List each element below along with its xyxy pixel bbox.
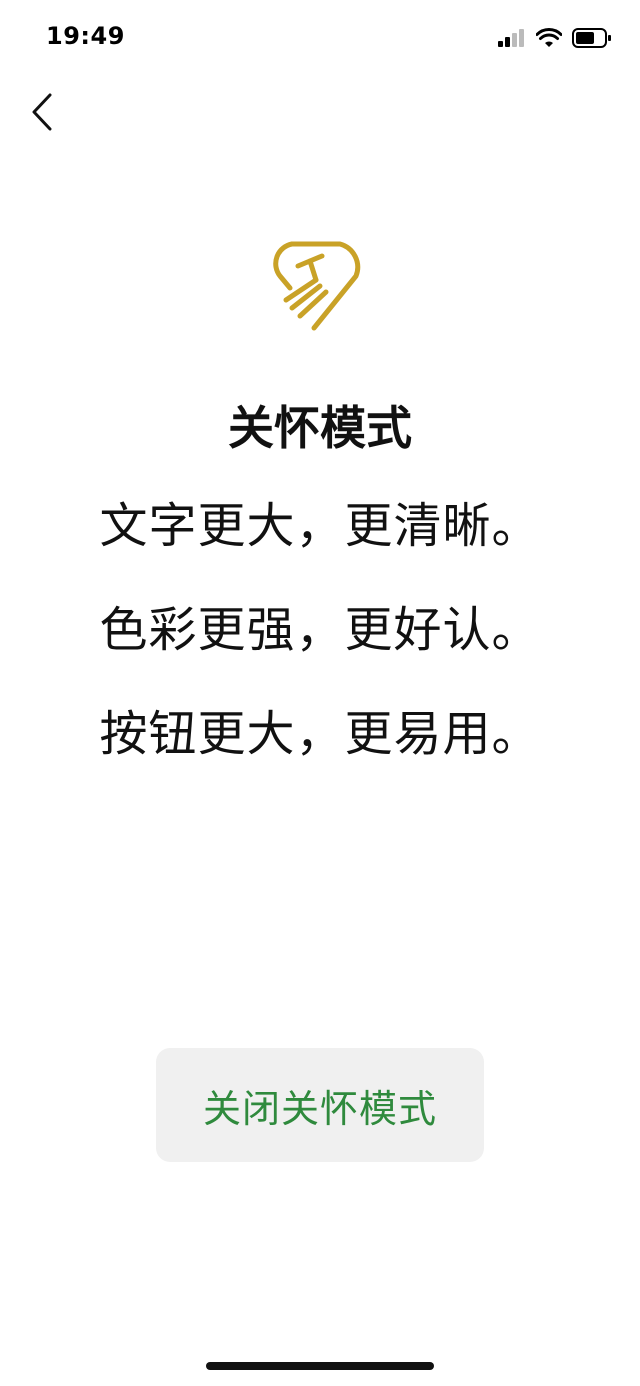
exit-care-mode-label: 关闭关怀模式	[202, 1086, 437, 1131]
feature-list: 文字更大，更清晰。 色彩更强，更好认。 按钮更大，更易用。	[0, 500, 640, 812]
exit-care-mode-button[interactable]: 关闭关怀模式	[156, 1048, 484, 1162]
cellular-signal-icon	[498, 29, 524, 47]
page-title: 关怀模式	[228, 401, 412, 455]
back-button[interactable]	[20, 88, 64, 136]
wifi-icon	[536, 28, 562, 47]
status-bar: 19:49	[0, 0, 640, 78]
feature-button-bigger: 按钮更大，更易用。	[99, 706, 541, 762]
chevron-left-icon	[32, 93, 52, 131]
status-icons	[498, 26, 612, 50]
care-heart-handshake-icon	[273, 241, 361, 331]
battery-icon	[572, 28, 611, 48]
home-indicator[interactable]	[206, 1362, 434, 1370]
feature-text-larger: 文字更大，更清晰。	[99, 498, 541, 554]
status-time: 19:49	[46, 22, 125, 50]
feature-color-stronger: 色彩更强，更好认。	[99, 602, 541, 658]
